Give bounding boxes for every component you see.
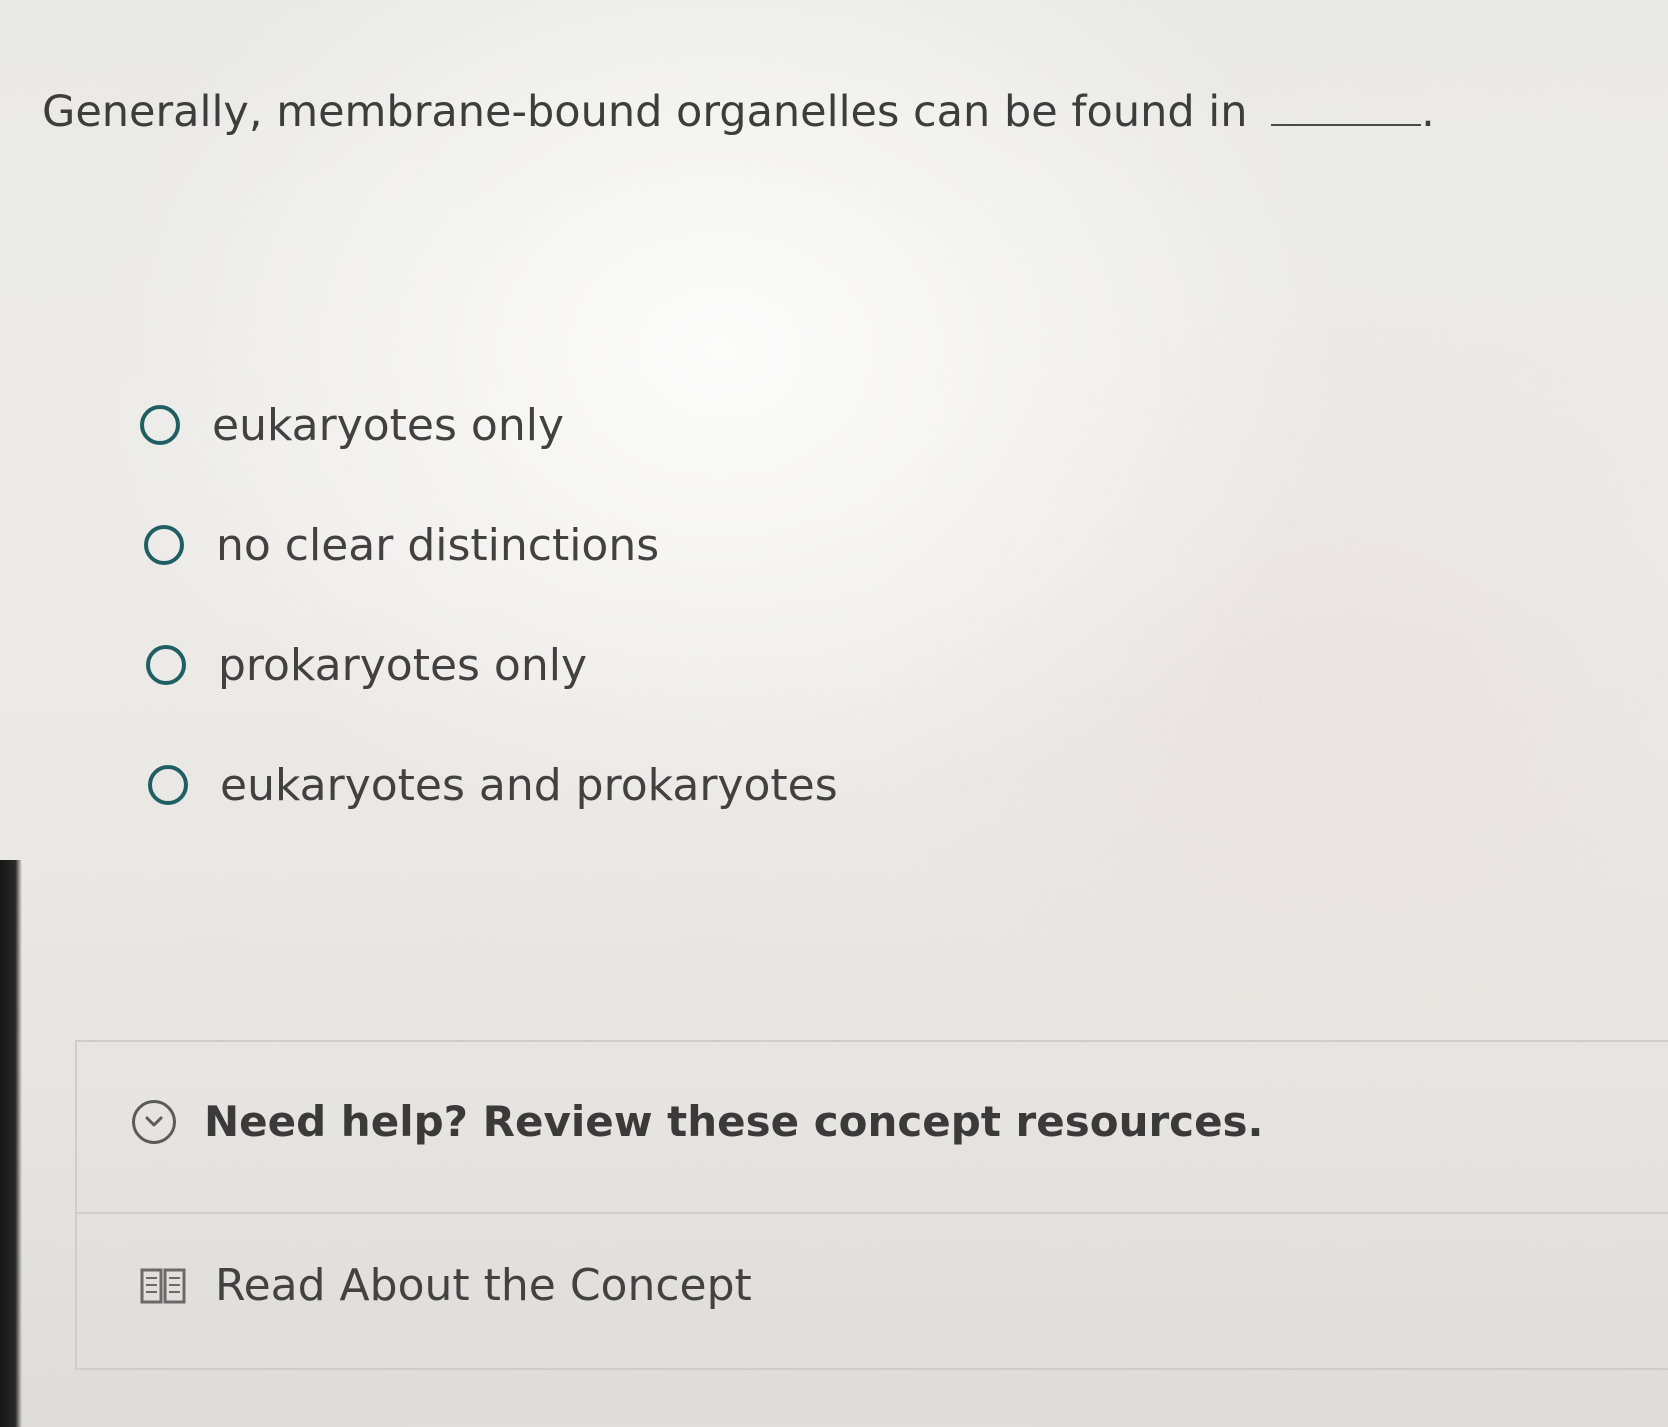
- radio-button[interactable]: [140, 405, 180, 445]
- option-label: eukaryotes and prokaryotes: [220, 759, 838, 811]
- option-prokaryotes-only[interactable]: prokaryotes only: [146, 635, 838, 695]
- resource-label: Read About the Concept: [215, 1260, 752, 1311]
- question-prompt: Generally, membrane-bound organelles can…: [42, 80, 1435, 142]
- chevron-down-icon[interactable]: [132, 1099, 176, 1144]
- option-label: eukaryotes only: [212, 399, 564, 451]
- book-icon: [140, 1268, 186, 1303]
- screen-bezel: [0, 860, 22, 1427]
- help-toggle[interactable]: Need help? Review these concept resource…: [132, 1097, 1264, 1146]
- option-label: prokaryotes only: [218, 639, 587, 691]
- radio-button[interactable]: [144, 525, 184, 565]
- option-eukaryotes-only[interactable]: eukaryotes only: [140, 395, 838, 455]
- radio-button[interactable]: [146, 645, 186, 685]
- option-no-clear-distinctions[interactable]: no clear distinctions: [144, 515, 838, 575]
- option-label: no clear distinctions: [216, 519, 660, 571]
- answer-options: eukaryotes only no clear distinctions pr…: [140, 395, 838, 815]
- answer-blank: [1271, 80, 1422, 126]
- radio-button[interactable]: [148, 765, 188, 805]
- option-eukaryotes-and-prokaryotes[interactable]: eukaryotes and prokaryotes: [148, 755, 838, 815]
- question-period: .: [1421, 87, 1435, 137]
- question-text: Generally, membrane-bound organelles can…: [42, 87, 1248, 137]
- help-title: Need help? Review these concept resource…: [204, 1097, 1264, 1146]
- help-panel: Need help? Review these concept resource…: [75, 1040, 1668, 1370]
- read-about-concept-link[interactable]: Read About the Concept: [139, 1260, 752, 1311]
- divider: [77, 1212, 1668, 1214]
